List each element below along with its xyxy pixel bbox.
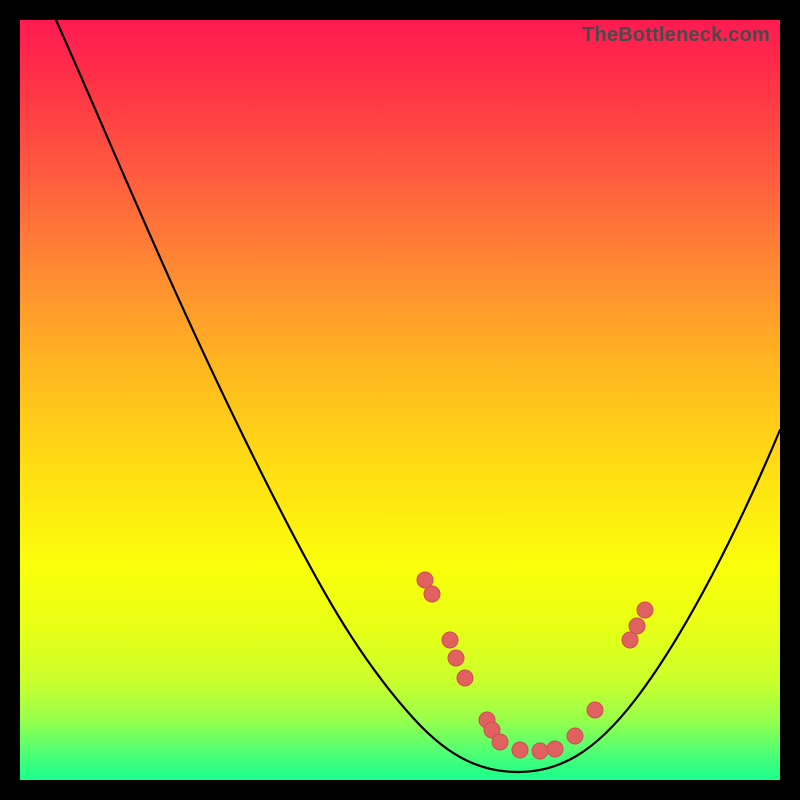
data-dot <box>424 586 440 602</box>
data-dot <box>587 702 603 718</box>
data-dot <box>637 602 653 618</box>
data-dot <box>629 618 645 634</box>
data-dot <box>512 742 528 758</box>
data-dot <box>622 632 638 648</box>
dots-group <box>417 572 653 759</box>
data-dot <box>492 734 508 750</box>
data-dot <box>448 650 464 666</box>
data-dot <box>532 743 548 759</box>
plot-svg <box>20 20 780 780</box>
data-dot <box>417 572 433 588</box>
chart-frame: TheBottleneck.com <box>20 20 780 780</box>
data-dot <box>547 741 563 757</box>
data-dot <box>442 632 458 648</box>
data-dot <box>457 670 473 686</box>
data-dot <box>567 728 583 744</box>
bottleneck-curve <box>56 20 780 772</box>
